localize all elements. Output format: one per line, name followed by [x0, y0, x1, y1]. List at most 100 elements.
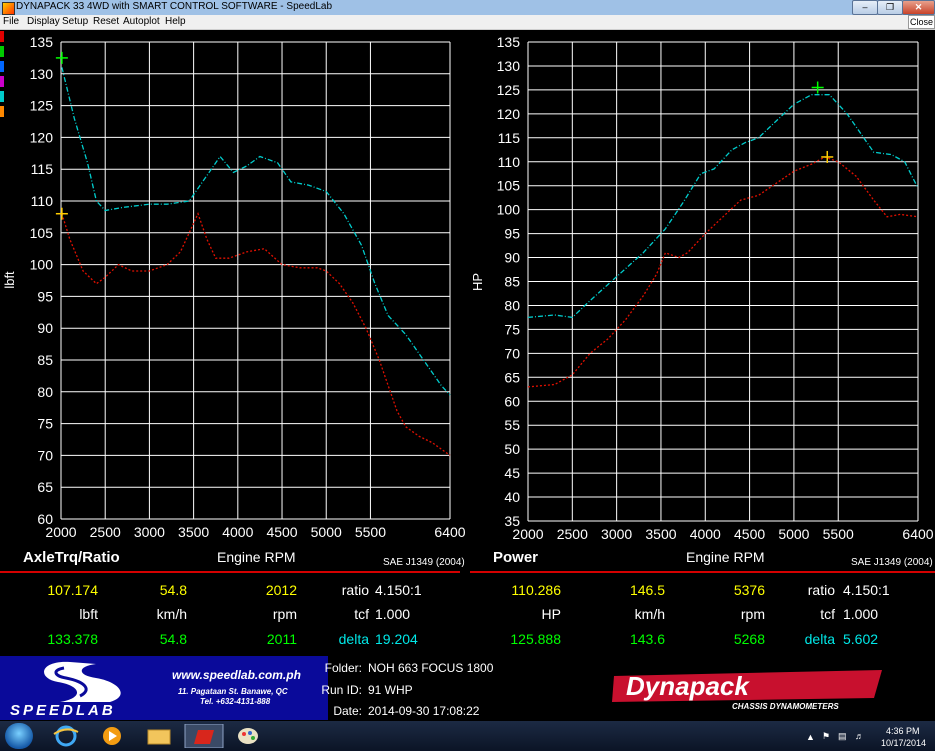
torque-x-tick-label: 3000 [134, 524, 165, 540]
torque-y-axis-label: lbft [2, 271, 17, 289]
rpm-unit: rpm [272, 606, 297, 622]
power-x-tick-label: 3000 [601, 526, 632, 542]
power-y-tick-label: 35 [504, 513, 520, 529]
power-x-tick-label: 5500 [823, 526, 854, 542]
power-y-tick-label: 105 [497, 178, 521, 194]
date-label: Date: [333, 704, 362, 718]
run-id-value: 91 WHP [368, 683, 413, 697]
power-y-tick-label: 120 [497, 106, 521, 122]
flag-icon[interactable]: ⚑ [822, 731, 830, 742]
power-y-tick-label: 130 [497, 58, 521, 74]
close-window-button[interactable]: ✕ [902, 0, 935, 15]
menu-file[interactable]: File [3, 16, 19, 27]
title-bar: DYNAPACK 33 4WD with SMART CONTROL SOFTW… [0, 0, 935, 16]
left-panel-heading: AxleTrq/Ratio [23, 549, 120, 566]
torque-y-tick-label: 65 [37, 479, 53, 495]
power-rpm-unit: rpm [740, 606, 765, 622]
right-xaxis-label: Engine RPM [686, 549, 765, 565]
torque-y-tick-label: 110 [31, 193, 54, 209]
power-delta-value: 5.602 [843, 631, 879, 647]
torque-x-tick-label: 3500 [178, 524, 209, 540]
torque-y-tick-label: 125 [30, 98, 54, 114]
website-link[interactable]: www.speedlab.com.ph [172, 668, 301, 682]
paint-icon[interactable] [230, 724, 266, 748]
power-ratio-label: ratio [807, 582, 835, 598]
torque-y-tick-label: 75 [37, 416, 53, 432]
speed-peak-value: 54.8 [159, 631, 187, 647]
right-divider [470, 571, 935, 573]
power-y-tick-label: 135 [497, 34, 521, 50]
power-y-tick-label: 45 [504, 465, 520, 481]
power-value: 110.286 [511, 582, 561, 598]
speed-value: 54.8 [159, 582, 187, 598]
torque-series-cyan [61, 67, 451, 396]
media-player-icon[interactable] [94, 724, 130, 748]
power-peak-speed: 143.6 [629, 631, 665, 647]
internet-explorer-icon[interactable] [48, 724, 84, 748]
torque-y-tick-label: 60 [37, 511, 53, 527]
menu-setup[interactable]: Setup [62, 16, 88, 27]
power-peak-rpm: 5268 [733, 631, 765, 647]
right-standard: SAE J1349 (2004) [851, 557, 933, 568]
minimize-button[interactable]: – [852, 0, 878, 15]
torque-y-tick-label: 70 [37, 447, 53, 463]
app-icon [2, 2, 15, 15]
power-x-tick-label: 5000 [778, 526, 809, 542]
volume-icon[interactable]: ♬ [855, 731, 864, 741]
power-delta-label: delta [804, 631, 835, 647]
power-tcf-value: 1.000 [843, 606, 879, 622]
speedlab-brand: SPEEDLAB [10, 702, 116, 719]
torque-y-tick-label: 130 [30, 66, 54, 82]
rpm-value: 2012 [265, 582, 297, 598]
dyno-graphs: 2000 2500 3000 3500 4000 4500 5000 5500 64001351… [2, 34, 934, 542]
delta-label: delta [338, 631, 369, 647]
torque-x-tick-label: 4000 [222, 524, 253, 540]
power-y-tick-label: 55 [504, 417, 520, 433]
file-explorer-icon[interactable] [140, 724, 176, 748]
folder-label: Folder: [324, 661, 362, 675]
power-y-tick-label: 90 [504, 250, 520, 266]
power-y-tick-label: 80 [504, 297, 520, 313]
ratio-value: 4.150:1 [375, 582, 422, 598]
torque-y-tick-label: 85 [37, 352, 53, 368]
power-x-tick-label: 3500 [645, 526, 676, 542]
power-ratio-value: 4.150:1 [843, 582, 890, 598]
power-y-tick-label: 110 [498, 154, 521, 170]
power-peak-value: 125.888 [510, 631, 561, 647]
power-tcf-label: tcf [820, 606, 835, 622]
tray-time[interactable]: 4:36 PM [886, 726, 920, 736]
tray-chevron-icon[interactable]: ▲ [806, 732, 815, 742]
power-y-tick-label: 95 [504, 226, 520, 242]
ratio-label: ratio [341, 582, 369, 598]
power-y-tick-label: 75 [504, 321, 520, 337]
dynapack-task-icon[interactable] [184, 724, 224, 748]
power-y-tick-label: 100 [497, 202, 521, 218]
dynapack-logo: Dynapack CHASSIS DYNAMOMETERS [612, 670, 882, 710]
restore-button[interactable]: ❐ [877, 0, 903, 15]
dynapack-tagline: CHASSIS DYNAMOMETERS [732, 702, 839, 710]
menu-autoplot[interactable]: Autoplot [123, 16, 160, 27]
left-xaxis-label: Engine RPM [217, 549, 296, 565]
window-title: DYNAPACK 33 4WD with SMART CONTROL SOFTW… [16, 1, 333, 12]
close-button[interactable]: Close [908, 15, 935, 29]
delta-value: 19.204 [375, 631, 418, 647]
tcf-label: tcf [354, 606, 369, 622]
power-unit: HP [541, 606, 561, 622]
power-y-tick-label: 40 [504, 489, 520, 505]
torque-y-tick-label: 80 [37, 384, 53, 400]
menu-help[interactable]: Help [165, 16, 186, 27]
start-button[interactable] [5, 723, 33, 749]
power-x-tick-label: 4000 [690, 526, 721, 542]
menu-display[interactable]: Display [27, 16, 60, 27]
torque-y-tick-label: 120 [30, 129, 54, 145]
torque-y-tick-label: 135 [30, 34, 54, 50]
speedlab-banner: SPEEDLAB www.speedlab.com.ph 11. Pagataa… [0, 656, 328, 720]
left-divider [0, 571, 460, 573]
right-panel-heading: Power [493, 549, 539, 566]
network-icon[interactable]: ▤ [838, 731, 847, 742]
tray-date[interactable]: 10/17/2014 [881, 738, 926, 748]
torque-series-red [61, 211, 451, 456]
power-series-red [527, 156, 919, 388]
menu-reset[interactable]: Reset [93, 16, 119, 27]
torque-value: 107.174 [47, 582, 98, 598]
